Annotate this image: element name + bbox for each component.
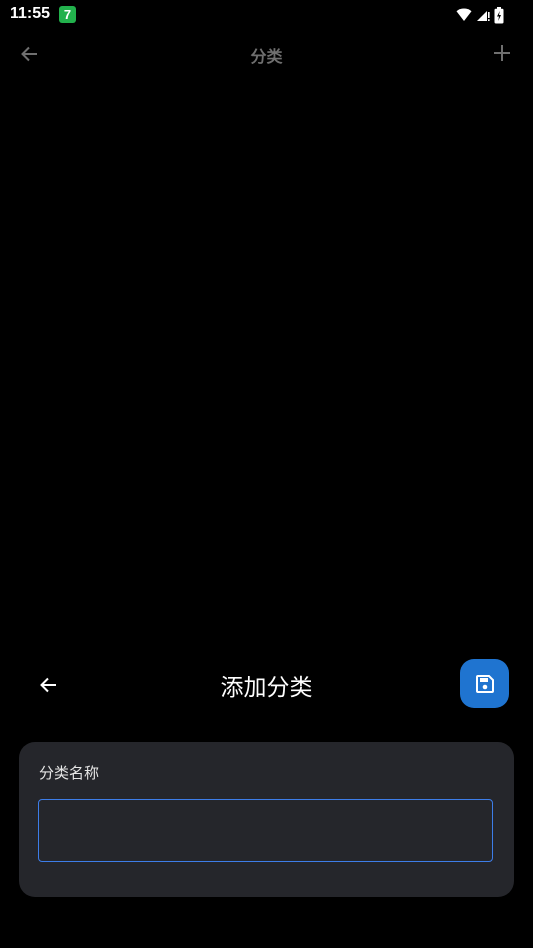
category-form-card: 分类名称 — [19, 742, 514, 897]
background-page-title: 分类 — [250, 47, 283, 66]
app-notification-icon: 7 — [59, 6, 76, 23]
plus-icon — [491, 42, 513, 64]
battery-icon — [494, 6, 504, 24]
status-bar: 11:55 7 — [0, 0, 533, 30]
sheet-title: 添加分类 — [220, 675, 313, 701]
signal-icon — [476, 8, 490, 22]
save-icon — [475, 674, 494, 693]
status-icons — [456, 5, 504, 25]
background-page-header: 分类 — [0, 30, 533, 78]
add-category-sheet: 添加分类 分类名称 — [0, 648, 533, 948]
wifi-icon — [456, 8, 472, 22]
status-time: 11:55 — [10, 5, 51, 22]
category-name-input[interactable] — [38, 799, 493, 862]
category-name-label: 分类名称 — [39, 764, 100, 782]
save-button[interactable] — [460, 659, 509, 708]
